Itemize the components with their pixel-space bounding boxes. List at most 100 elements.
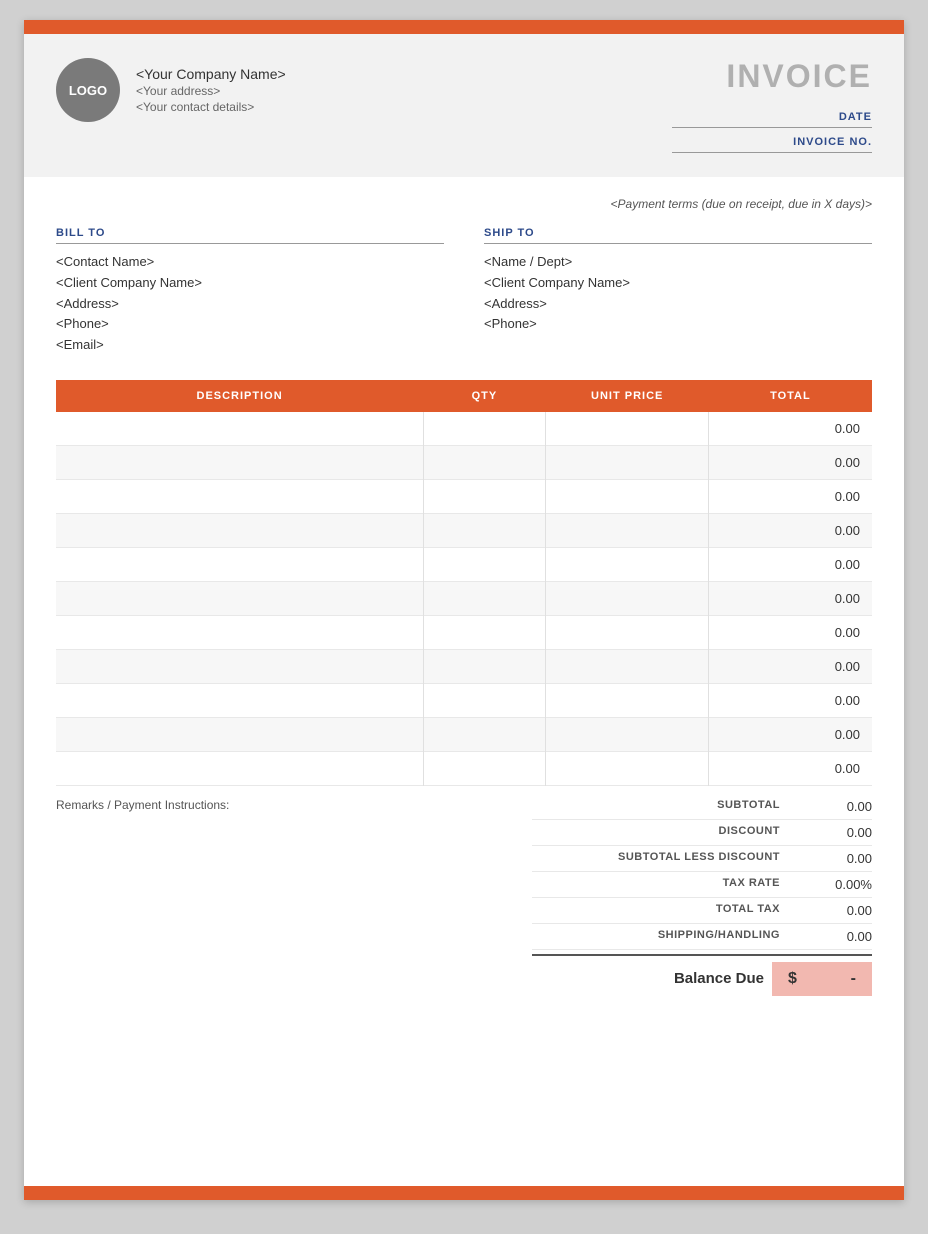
discount-value: 0.00 — [792, 825, 872, 840]
table-row: 0.00 — [56, 479, 872, 513]
table-row: 0.00 — [56, 412, 872, 446]
tax-rate-row: TAX RATE 0.00% — [532, 872, 872, 898]
cell-unit-price — [546, 547, 709, 581]
cell-total: 0.00 — [709, 615, 872, 649]
invoice-meta: DATE INVOICE NO. — [672, 111, 872, 153]
balance-due-label: Balance Due — [674, 970, 772, 987]
header-total: TOTAL — [709, 380, 872, 412]
bill-to-section: BILL TO <Contact Name> <Client Company N… — [56, 227, 444, 356]
cell-description — [56, 445, 423, 479]
cell-description — [56, 751, 423, 785]
invoice-title: INVOICE — [672, 58, 872, 95]
body-section: <Payment terms (due on receipt, due in X… — [24, 177, 904, 1016]
cell-qty — [423, 547, 545, 581]
totals-section: Remarks / Payment Instructions: SUBTOTAL… — [56, 786, 872, 996]
shipping-handling-value: 0.00 — [792, 929, 872, 944]
shipping-handling-label: SHIPPING/HANDLING — [532, 929, 792, 944]
invoice-no-field: INVOICE NO. — [672, 136, 872, 153]
logo-area: LOGO <Your Company Name> <Your address> … — [56, 58, 286, 122]
subtotal-less-discount-row: SUBTOTAL LESS DISCOUNT 0.00 — [532, 846, 872, 872]
total-tax-value: 0.00 — [792, 903, 872, 918]
cell-description — [56, 412, 423, 446]
invoice-no-line — [672, 152, 872, 153]
subtotal-value: 0.00 — [792, 799, 872, 814]
cell-qty — [423, 683, 545, 717]
bill-to-contact-name: <Contact Name> — [56, 252, 444, 273]
ship-to-phone: <Phone> — [484, 314, 872, 335]
cell-qty — [423, 717, 545, 751]
cell-unit-price — [546, 513, 709, 547]
cell-description — [56, 649, 423, 683]
cell-unit-price — [546, 479, 709, 513]
cell-total: 0.00 — [709, 445, 872, 479]
total-tax-label: TOTAL TAX — [532, 903, 792, 918]
balance-due-row: Balance Due $ - — [532, 954, 872, 996]
cell-qty — [423, 513, 545, 547]
company-name: <Your Company Name> — [136, 66, 286, 82]
ship-to-label: SHIP TO — [484, 227, 872, 244]
cell-qty — [423, 615, 545, 649]
table-row: 0.00 — [56, 751, 872, 785]
company-contact: <Your contact details> — [136, 100, 286, 114]
cell-qty — [423, 751, 545, 785]
tax-rate-value: 0.00% — [792, 877, 872, 892]
bill-to-phone: <Phone> — [56, 314, 444, 335]
cell-total: 0.00 — [709, 717, 872, 751]
cell-unit-price — [546, 615, 709, 649]
header-section: LOGO <Your Company Name> <Your address> … — [24, 34, 904, 177]
company-info: <Your Company Name> <Your address> <Your… — [136, 58, 286, 114]
bottom-accent-bar — [24, 1186, 904, 1200]
cell-description — [56, 581, 423, 615]
shipping-handling-row: SHIPPING/HANDLING 0.00 — [532, 924, 872, 950]
table-row: 0.00 — [56, 615, 872, 649]
cell-description — [56, 547, 423, 581]
table-row: 0.00 — [56, 513, 872, 547]
header-qty: QTY — [423, 380, 545, 412]
cell-description — [56, 717, 423, 751]
subtotal-label: SUBTOTAL — [532, 799, 792, 814]
ship-to-name-dept: <Name / Dept> — [484, 252, 872, 273]
discount-label: DISCOUNT — [532, 825, 792, 840]
cell-total: 0.00 — [709, 751, 872, 785]
cell-description — [56, 479, 423, 513]
ship-to-company-name: <Client Company Name> — [484, 273, 872, 294]
subtotal-row: SUBTOTAL 0.00 — [532, 794, 872, 820]
cell-unit-price — [546, 751, 709, 785]
balance-due-amount: $ - — [772, 962, 872, 996]
payment-terms: <Payment terms (due on receipt, due in X… — [56, 197, 872, 211]
cell-unit-price — [546, 412, 709, 446]
cell-qty — [423, 649, 545, 683]
cell-total: 0.00 — [709, 513, 872, 547]
invoice-no-label: INVOICE NO. — [793, 136, 872, 148]
date-label: DATE — [839, 111, 872, 123]
cell-total: 0.00 — [709, 581, 872, 615]
subtotal-less-discount-label: SUBTOTAL LESS DISCOUNT — [532, 851, 792, 866]
billing-section: BILL TO <Contact Name> <Client Company N… — [56, 227, 872, 356]
cell-qty — [423, 581, 545, 615]
cell-qty — [423, 412, 545, 446]
date-field: DATE — [672, 111, 872, 128]
bill-to-label: BILL TO — [56, 227, 444, 244]
top-accent-bar — [24, 20, 904, 34]
table-header-row: DESCRIPTION QTY UNIT PRICE TOTAL — [56, 380, 872, 412]
ship-to-section: SHIP TO <Name / Dept> <Client Company Na… — [484, 227, 872, 356]
ship-to-address: <Address> — [484, 294, 872, 315]
cell-unit-price — [546, 581, 709, 615]
cell-unit-price — [546, 683, 709, 717]
table-row: 0.00 — [56, 717, 872, 751]
cell-qty — [423, 479, 545, 513]
table-row: 0.00 — [56, 581, 872, 615]
cell-total: 0.00 — [709, 547, 872, 581]
table-row: 0.00 — [56, 547, 872, 581]
table-row: 0.00 — [56, 683, 872, 717]
invoice-page: LOGO <Your Company Name> <Your address> … — [24, 20, 904, 1200]
bill-to-company-name: <Client Company Name> — [56, 273, 444, 294]
cell-description — [56, 683, 423, 717]
table-row: 0.00 — [56, 445, 872, 479]
total-tax-row: TOTAL TAX 0.00 — [532, 898, 872, 924]
totals-table: SUBTOTAL 0.00 DISCOUNT 0.00 SUBTOTAL LES… — [532, 794, 872, 996]
bill-to-address: <Address> — [56, 294, 444, 315]
table-row: 0.00 — [56, 649, 872, 683]
logo-placeholder: LOGO — [56, 58, 120, 122]
remarks: Remarks / Payment Instructions: — [56, 794, 532, 812]
